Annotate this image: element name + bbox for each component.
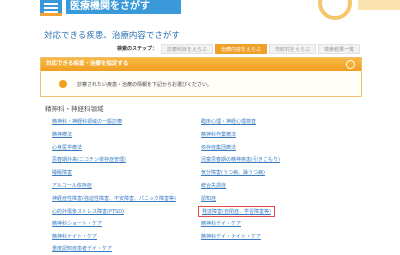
- link-adolescent[interactable]: 児童思春期の精神疾患(引きこもり): [201, 156, 280, 163]
- search-steps: 検索のステップ： 診療科目をえらぶ 治療内容をえらぶ 市町村をえらぶ 検索結果一…: [117, 43, 362, 54]
- link-night-care[interactable]: 精神科ナイト・ケア: [52, 233, 97, 240]
- step-select-municipality: 市町村をえらぶ: [269, 43, 317, 54]
- link-developmental[interactable]: 発達障害(自閉症、学習障害等): [198, 206, 275, 217]
- link-day-night-care[interactable]: 精神科デイ・ナイト・ケア: [201, 233, 261, 240]
- link-nicotine[interactable]: 思春期外来(ニコチン依存症管理): [52, 156, 126, 163]
- hospital-logo-icon: [40, 0, 62, 16]
- link-psychotherapy[interactable]: 精神療法: [52, 131, 72, 138]
- page-title: 対応できる疾患、治療内容でさがす: [44, 31, 180, 41]
- link-mood-disorder[interactable]: 気分障害(うつ病、躁うつ病): [201, 169, 265, 176]
- link-day-care[interactable]: 精神科デイ・ケア: [201, 220, 241, 227]
- link-schizophrenia[interactable]: 統合失調症: [201, 182, 226, 189]
- link-ptsd[interactable]: 心的外傷後ストレス障害(PTSD): [52, 208, 124, 215]
- link-alcohol[interactable]: アルコール依存症: [52, 182, 92, 189]
- link-dependency-group[interactable]: 依存症集団療法: [201, 144, 236, 151]
- link-dementia[interactable]: 認知症: [201, 195, 216, 202]
- link-occupational[interactable]: 精神科作業療法: [201, 131, 236, 138]
- condition-section: 対応できる疾患・治療を指定する 診察されたい疾患・治療の情報を下記からお選びくだ…: [40, 57, 362, 97]
- step-select-treatment: 治療内容をえらぶ: [215, 43, 268, 54]
- steps-label: 検索のステップ：: [117, 46, 158, 52]
- link-general-psychiatry[interactable]: 精神科・神経科領域の一般診療: [52, 118, 122, 125]
- decorative-bar: [358, 0, 400, 10]
- link-short-care[interactable]: 精神科ショート・ケア: [52, 220, 102, 227]
- section-heading: 対応できる疾患・治療を指定する: [41, 58, 361, 71]
- link-psych-test[interactable]: 臨床心理・神経心理検査: [201, 118, 256, 125]
- link-psychosomatic[interactable]: 心身医学療法: [52, 144, 82, 151]
- step-select-department[interactable]: 診療科目をえらぶ: [161, 43, 214, 54]
- step-search-results: 検索結果一覧: [318, 43, 361, 54]
- brand-title: 医療機関をさがす: [66, 0, 181, 14]
- link-dementia-day-care[interactable]: 重度認知症患者デイ・ケア: [52, 245, 112, 252]
- category-heading: 精神科・神経科領域: [45, 105, 104, 113]
- link-sleep-disorder[interactable]: 睡眠障害: [52, 169, 72, 176]
- decorative-circle: [318, 0, 352, 20]
- top-bar: 医療機関をさがす: [0, 0, 400, 22]
- instruction-text: 診察されたい疾患・治療の情報を下記からお選びください。: [77, 81, 213, 88]
- info-icon: [59, 80, 67, 88]
- link-neurosis[interactable]: 神経症性障害(強迫性障害、不安障害、パニック障害等): [52, 195, 176, 202]
- circle-mark-icon: [346, 60, 355, 69]
- section-body: 診察されたい疾患・治療の情報を下記からお選びください。: [41, 71, 361, 97]
